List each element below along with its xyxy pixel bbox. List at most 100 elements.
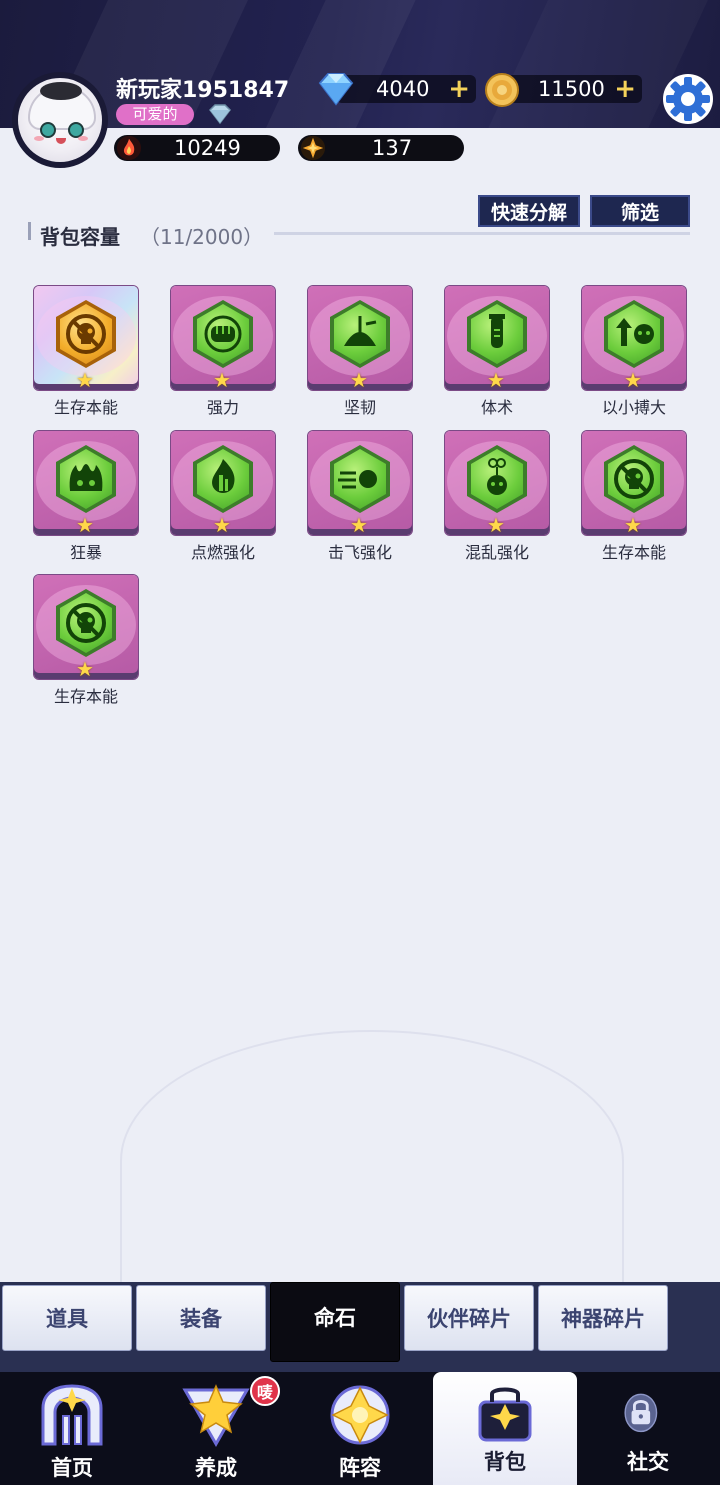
nav-bag[interactable]: 背包 — [433, 1372, 577, 1485]
item-name: 点燃强化 — [190, 543, 255, 562]
star-icon: ★ — [350, 368, 368, 390]
bottom-nav: 首页 养成 阵容 背包 社交 — [0, 1372, 720, 1485]
nav-home-label: 首页 — [51, 1456, 93, 1480]
item-card: ★ — [34, 431, 138, 535]
item-name: 生存本能 — [53, 687, 118, 706]
item-card: ★ — [308, 431, 412, 535]
nav-bag-label: 背包 — [484, 1450, 526, 1474]
knockback-icon — [338, 470, 377, 489]
diamond-icon — [318, 73, 354, 106]
energy-star-icon — [300, 135, 326, 161]
add-diamond-button[interactable]: + — [448, 75, 470, 103]
power-value: 10249 — [174, 136, 241, 160]
star-icon: ★ — [213, 368, 231, 390]
tab-artifact-fragments[interactable]: 神器碎片 — [538, 1285, 668, 1351]
item-card: ★ — [582, 286, 686, 390]
item-name: 混乱强化 — [464, 543, 529, 562]
item-card: ★ — [34, 286, 138, 390]
username: 新玩家1951847 — [116, 78, 290, 103]
item-card: ★ — [582, 431, 686, 535]
item-name: 狂暴 — [69, 543, 102, 562]
settings-gear-icon[interactable] — [663, 74, 713, 124]
diamond-counter: 4040 + — [336, 75, 476, 103]
home-gate-icon — [41, 1384, 103, 1446]
flame-icon — [116, 135, 142, 161]
star-icon: ★ — [76, 368, 94, 390]
inventory-item[interactable]: ★ 体术 — [445, 286, 549, 421]
skull-crossed-icon — [66, 314, 106, 354]
notification-badge: 唛 — [250, 1376, 280, 1406]
add-coin-button[interactable]: + — [614, 75, 636, 103]
item-name: 强力 — [206, 398, 239, 417]
inventory-item[interactable]: ★ 生存本能 — [34, 286, 138, 421]
filter-button[interactable]: 筛选 — [590, 195, 690, 227]
skull-crossed-icon — [66, 603, 106, 643]
star-icon: ★ — [213, 513, 231, 535]
fist-icon — [204, 315, 242, 353]
inventory-item[interactable]: ★ 点燃强化 — [171, 431, 275, 566]
nav-lineup[interactable]: 阵容 — [288, 1372, 432, 1485]
nav-home[interactable]: 首页 — [0, 1372, 144, 1485]
bag-capacity-label: 背包容量 — [40, 225, 120, 249]
nav-social-label: 社交 — [627, 1450, 669, 1474]
star-icon: ★ — [624, 368, 642, 390]
inventory-item[interactable]: ★ 狂暴 — [34, 431, 138, 566]
skull-crossed-icon — [614, 459, 654, 499]
inventory-item[interactable]: ★ 强力 — [171, 286, 275, 421]
tab-items[interactable]: 道具 — [2, 1285, 132, 1351]
star-icon: ★ — [350, 513, 368, 535]
fire-icon — [212, 459, 235, 493]
coin-icon — [485, 73, 519, 107]
inventory-item[interactable]: ★ 坚韧 — [308, 286, 412, 421]
star-icon: ★ — [76, 513, 94, 535]
item-card: ★ — [445, 431, 549, 535]
item-name: 击飞强化 — [327, 543, 392, 562]
category-tab-bar: 道具 装备 命石 伙伴碎片 神器碎片 — [0, 1282, 720, 1372]
sprout-shield-icon — [344, 316, 377, 346]
star-triangle-icon — [182, 1384, 250, 1448]
inventory-item[interactable]: ★ 生存本能 — [582, 431, 686, 566]
inventory-item[interactable]: ★ 生存本能 — [34, 575, 138, 710]
diamond-amount: 4040 — [376, 77, 430, 101]
arrow-vs-enemy-icon — [616, 318, 654, 346]
item-card: ★ — [171, 431, 275, 535]
bag-capacity-count: （11/2000） — [140, 225, 264, 249]
vip-diamond-icon — [209, 104, 231, 124]
coin-amount: 11500 — [538, 77, 605, 101]
item-name: 生存本能 — [601, 543, 666, 562]
tab-fate-stones[interactable]: 命石 — [270, 1282, 400, 1362]
confusion-icon — [487, 458, 507, 495]
star-icon: ★ — [487, 368, 505, 390]
star-badge-icon — [330, 1385, 390, 1445]
potion-vial-icon — [489, 314, 505, 348]
item-card: ★ — [308, 286, 412, 390]
item-name: 以小搏大 — [601, 398, 666, 417]
inventory-item[interactable]: ★ 以小搏大 — [582, 286, 686, 421]
item-card: ★ — [171, 286, 275, 390]
energy-value: 137 — [372, 136, 413, 160]
tab-partner-fragments[interactable]: 伙伴碎片 — [404, 1285, 534, 1351]
quick-decompose-button[interactable]: 快速分解 — [478, 195, 580, 227]
item-name: 体术 — [480, 398, 513, 417]
item-name: 生存本能 — [53, 398, 118, 417]
nav-develop-label: 养成 — [195, 1456, 237, 1480]
coin-counter: 11500 + — [500, 75, 642, 103]
star-icon: ★ — [76, 657, 94, 679]
lock-icon — [624, 1393, 658, 1433]
star-icon: ★ — [624, 513, 642, 535]
title-badge[interactable]: 可爱的 — [116, 104, 194, 125]
item-name: 坚韧 — [343, 398, 376, 417]
section-marker — [28, 222, 31, 240]
nav-lineup-label: 阵容 — [339, 1456, 381, 1480]
rage-flame-face-icon — [69, 464, 103, 491]
inventory-item[interactable]: ★ 击飞强化 — [308, 431, 412, 566]
inventory-item[interactable]: ★ 混乱强化 — [445, 431, 549, 566]
item-card: ★ — [445, 286, 549, 390]
nav-social[interactable]: 社交 — [576, 1372, 720, 1485]
background-emblem — [120, 1030, 624, 1292]
divider — [274, 232, 690, 235]
tab-equipment[interactable]: 装备 — [136, 1285, 266, 1351]
avatar[interactable] — [12, 72, 108, 168]
item-card: ★ — [34, 575, 138, 679]
star-icon: ★ — [487, 513, 505, 535]
